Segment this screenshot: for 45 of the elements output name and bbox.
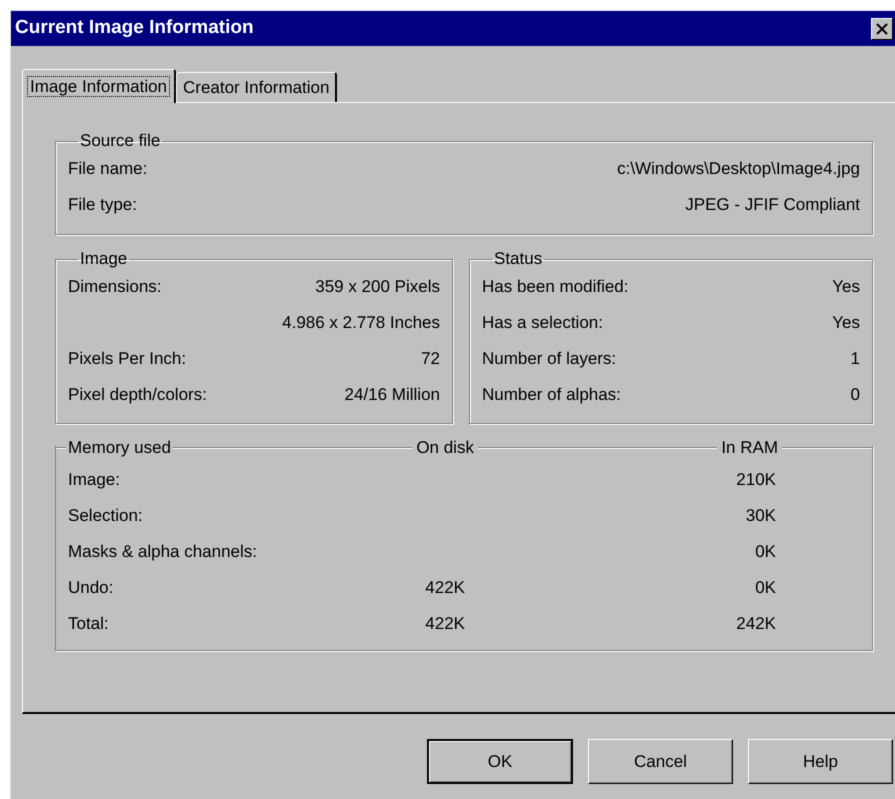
field-label: Number of alphas: <box>482 384 621 406</box>
field-value: 359 x 200 Pixels <box>315 276 440 298</box>
group-title: Status <box>493 249 544 269</box>
field-value: 1 <box>850 348 860 370</box>
in-ram-value: 242K <box>736 613 776 636</box>
field-label: Pixels Per Inch: <box>68 348 186 370</box>
field-label: Dimensions: <box>68 276 162 298</box>
group-title: Image <box>79 249 128 269</box>
on-disk-value: 422K <box>425 577 465 600</box>
in-ram-value: 30K <box>746 505 776 528</box>
group-title: Source file <box>79 131 162 151</box>
dialog-button[interactable]: OK <box>427 739 573 784</box>
row-label: Undo: <box>68 577 114 600</box>
field-label: Number of layers: <box>482 348 616 370</box>
close-button[interactable] <box>871 18 893 40</box>
column-header: In RAM <box>720 437 779 459</box>
dialog-button[interactable]: Cancel <box>588 739 733 784</box>
field-value: 0 <box>850 384 860 406</box>
in-ram-value: 210K <box>736 469 776 492</box>
field-value: c:\Windows\Desktop\Image4.jpg <box>617 158 860 180</box>
row-label: Total: <box>68 613 110 636</box>
field-label: Has been modified: <box>482 276 628 298</box>
in-ram-value: 0K <box>755 541 776 564</box>
field-label: File type: <box>68 194 137 216</box>
close-icon <box>876 22 888 34</box>
group-title: Memory used <box>67 437 172 459</box>
tab[interactable]: Creator Information <box>176 72 338 102</box>
window-title: Current Image Information <box>15 16 254 40</box>
on-disk-value: 422K <box>425 613 465 636</box>
field-value: 72 <box>421 348 440 370</box>
field-label: File name: <box>68 158 148 180</box>
field-value: JPEG - JFIF Compliant <box>685 194 860 216</box>
field-label: Has a selection: <box>482 312 603 334</box>
field-value: Yes <box>832 276 860 298</box>
field-value: 24/16 Million <box>344 384 440 406</box>
field-value: 4.986 x 2.778 Inches <box>282 312 440 334</box>
column-header: On disk <box>415 437 475 459</box>
dialog-button[interactable]: Help <box>748 739 893 784</box>
tab[interactable]: Image Information <box>22 69 176 103</box>
row-label: Masks & alpha channels: <box>68 541 258 564</box>
in-ram-value: 0K <box>755 577 776 600</box>
row-label: Image: <box>68 469 121 492</box>
field-value: Yes <box>832 312 860 334</box>
field-label: Pixel depth/colors: <box>68 384 207 406</box>
row-label: Selection: <box>68 505 144 528</box>
